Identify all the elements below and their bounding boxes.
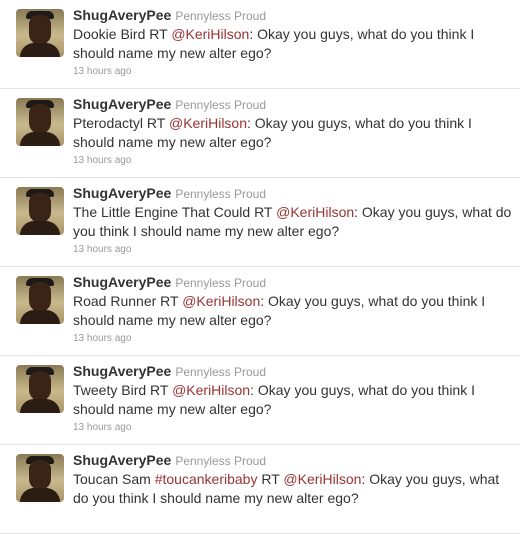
tweet-header: ShugAveryPee Pennyless Proud (73, 97, 513, 113)
avatar[interactable] (16, 98, 64, 146)
full-name: Pennyless Proud (175, 187, 267, 201)
full-name: Pennyless Proud (175, 9, 267, 23)
avatar-face-shape (29, 460, 51, 490)
username-link[interactable]: ShugAveryPee (73, 96, 171, 112)
tweet-text: The Little Engine That Could RT @KeriHil… (73, 203, 513, 241)
tweet-prefix: Tweety Bird RT (73, 382, 173, 398)
tweet-timeline: ShugAveryPee Pennyless Proud Dookie Bird … (0, 0, 520, 534)
tweet-header: ShugAveryPee Pennyless Proud (73, 453, 513, 469)
tweet-content: ShugAveryPee Pennyless Proud Dookie Bird … (73, 8, 513, 78)
avatar-face-shape (29, 282, 51, 312)
mention-link[interactable]: @KeriHilson (171, 26, 249, 42)
tweet-content: ShugAveryPee Pennyless Proud Road Runner … (73, 275, 513, 345)
mention-link[interactable]: @KeriHilson (283, 471, 361, 487)
avatar-face-shape (29, 15, 51, 45)
avatar-shirt-shape (20, 43, 60, 57)
avatar[interactable] (16, 9, 64, 57)
username-link[interactable]: ShugAveryPee (73, 363, 171, 379)
avatar[interactable] (16, 276, 64, 324)
avatar-shirt-shape (20, 221, 60, 235)
tweet-prefix: Toucan Sam (73, 471, 155, 487)
tweet-item: ShugAveryPee Pennyless Proud Dookie Bird … (0, 0, 520, 89)
mention-link[interactable]: @KeriHilson (169, 115, 247, 131)
tweet-text: Toucan Sam #toucankeribaby RT @KeriHilso… (73, 470, 513, 508)
tweet-prefix: The Little Engine That Could RT (73, 204, 277, 220)
avatar-shirt-shape (20, 310, 60, 324)
full-name: Pennyless Proud (175, 98, 267, 112)
tweet-text: Road Runner RT @KeriHilson: Okay you guy… (73, 292, 513, 330)
tweet-mid: RT (257, 471, 284, 487)
avatar-shirt-shape (20, 399, 60, 413)
tweet-item: ShugAveryPee Pennyless Proud Tweety Bird … (0, 356, 520, 445)
avatar-face-shape (29, 193, 51, 223)
full-name: Pennyless Proud (175, 454, 267, 468)
avatar[interactable] (16, 187, 64, 235)
tweet-header: ShugAveryPee Pennyless Proud (73, 8, 513, 24)
tweet-header: ShugAveryPee Pennyless Proud (73, 275, 513, 291)
tweet-item: ShugAveryPee Pennyless Proud Pterodactyl … (0, 89, 520, 178)
avatar-face-shape (29, 371, 51, 401)
tweet-header: ShugAveryPee Pennyless Proud (73, 364, 513, 380)
tweet-text: Tweety Bird RT @KeriHilson: Okay you guy… (73, 381, 513, 419)
full-name: Pennyless Proud (175, 365, 267, 379)
tweet-prefix: Pterodactyl RT (73, 115, 169, 131)
tweet-item: ShugAveryPee Pennyless Proud The Little E… (0, 178, 520, 267)
tweet-content: ShugAveryPee Pennyless Proud Pterodactyl … (73, 97, 513, 167)
tweet-item: ShugAveryPee Pennyless Proud Road Runner … (0, 267, 520, 356)
avatar-shirt-shape (20, 488, 60, 502)
mention-link[interactable]: @KeriHilson (172, 382, 250, 398)
mention-link[interactable]: @KeriHilson (182, 293, 260, 309)
avatar-shirt-shape (20, 132, 60, 146)
avatar-face-shape (29, 104, 51, 134)
timestamp-link[interactable]: 13 hours ago (73, 333, 513, 344)
timestamp-link[interactable]: 13 hours ago (73, 66, 513, 77)
tweet-content: ShugAveryPee Pennyless Proud The Little E… (73, 186, 513, 256)
hashtag-link[interactable]: #toucankeribaby (155, 471, 258, 487)
tweet-text: Dookie Bird RT @KeriHilson: Okay you guy… (73, 25, 513, 63)
tweet-prefix: Road Runner RT (73, 293, 183, 309)
tweet-content: ShugAveryPee Pennyless Proud Tweety Bird … (73, 364, 513, 434)
username-link[interactable]: ShugAveryPee (73, 452, 171, 468)
timestamp-link[interactable]: 13 hours ago (73, 422, 513, 433)
username-link[interactable]: ShugAveryPee (73, 274, 171, 290)
mention-link[interactable]: @KeriHilson (276, 204, 354, 220)
timestamp-link[interactable]: 13 hours ago (73, 244, 513, 255)
full-name: Pennyless Proud (175, 276, 267, 290)
tweet-header: ShugAveryPee Pennyless Proud (73, 186, 513, 202)
username-link[interactable]: ShugAveryPee (73, 7, 171, 23)
username-link[interactable]: ShugAveryPee (73, 185, 171, 201)
avatar[interactable] (16, 454, 64, 502)
tweet-content: ShugAveryPee Pennyless Proud Toucan Sam #… (73, 453, 513, 511)
timestamp-link[interactable]: 13 hours ago (73, 155, 513, 166)
avatar[interactable] (16, 365, 64, 413)
tweet-prefix: Dookie Bird RT (73, 26, 172, 42)
tweet-text: Pterodactyl RT @KeriHilson: Okay you guy… (73, 114, 513, 152)
tweet-item: ShugAveryPee Pennyless Proud Toucan Sam #… (0, 445, 520, 534)
